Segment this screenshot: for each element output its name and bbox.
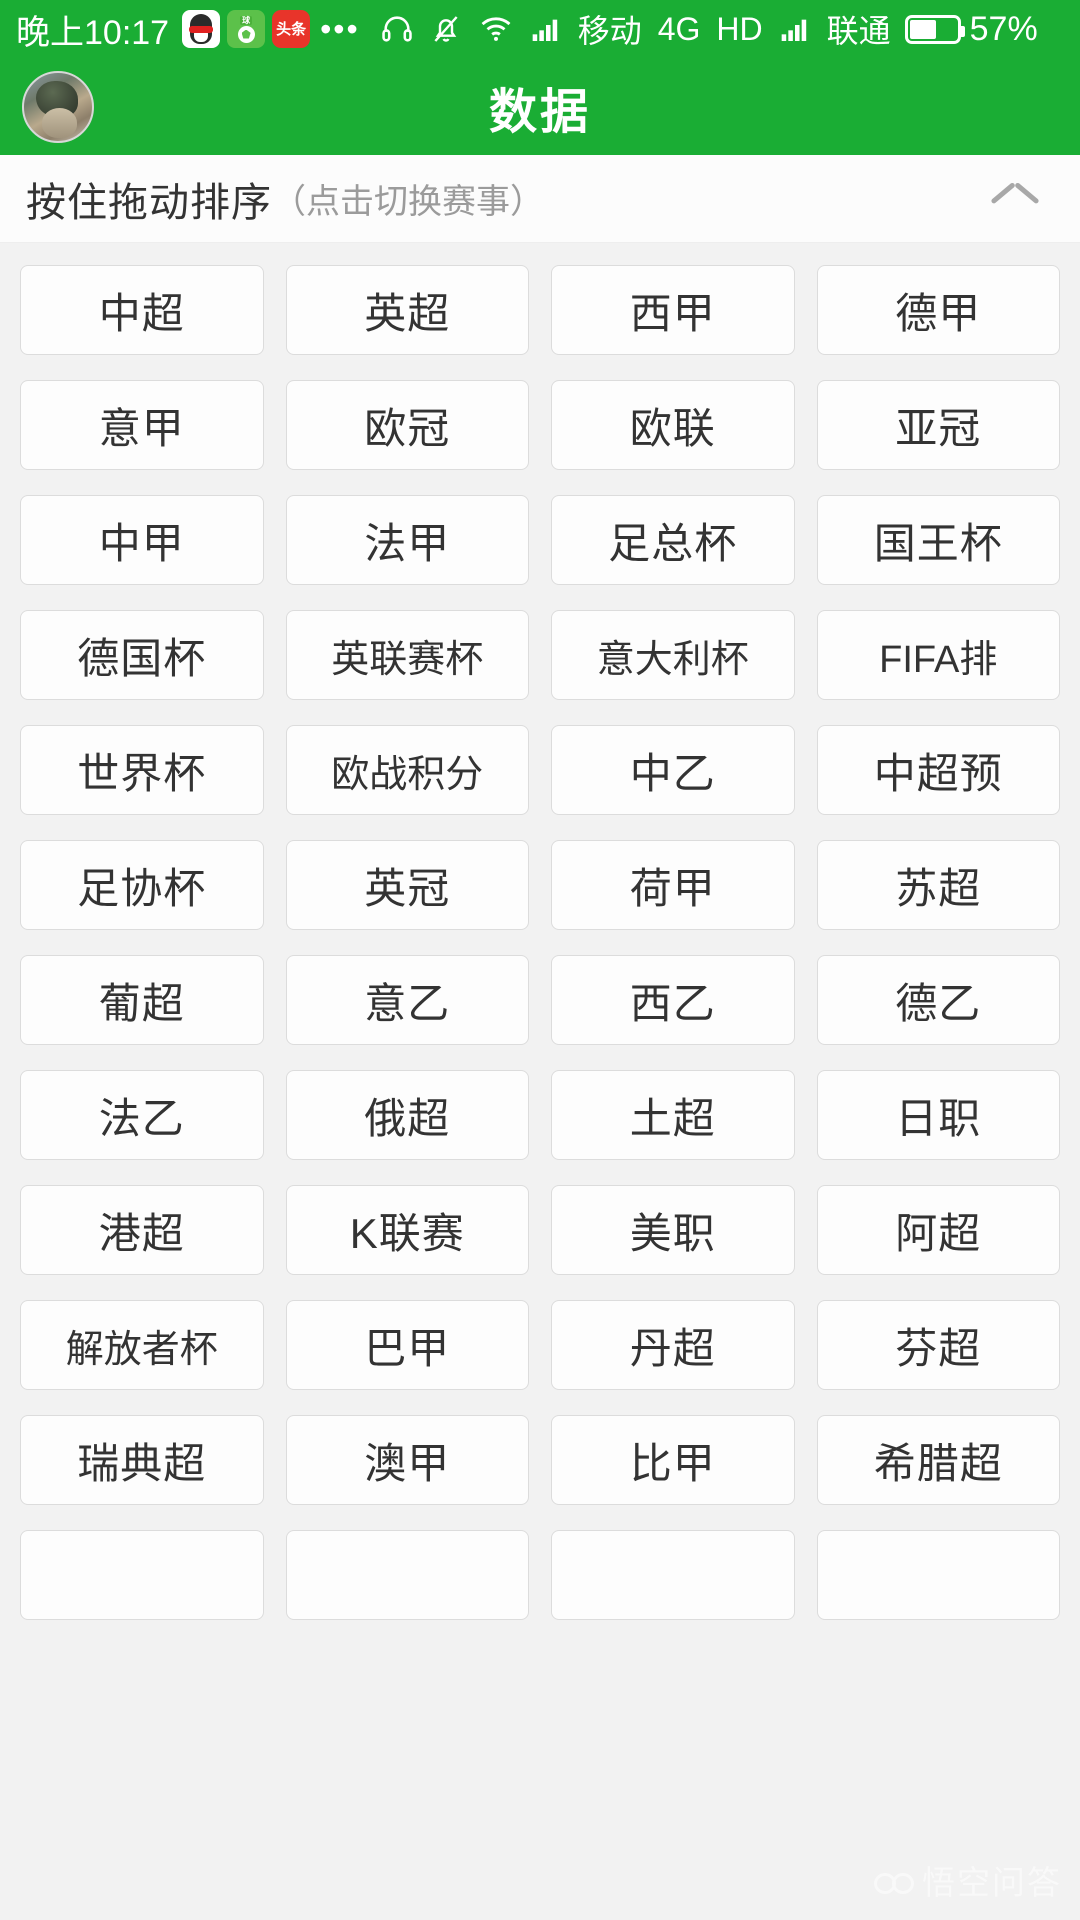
league-tile[interactable]: 阿超	[816, 1185, 1060, 1275]
hd-label: HD	[716, 10, 763, 47]
league-tile[interactable]: 中超预	[816, 725, 1060, 815]
league-tile[interactable]: 足总杯	[551, 495, 795, 585]
wifi-icon	[481, 17, 511, 41]
league-tile[interactable]: 世界杯	[20, 725, 264, 815]
app-root: 晚上10:17 球 头条 ••• 移动 4G HD 联通 57% 数据 按住拖动…	[0, 0, 1080, 1920]
league-tile[interactable]: 丹超	[551, 1300, 795, 1390]
bell-muted-icon	[434, 16, 458, 42]
toutiao-label: 头条	[276, 20, 307, 38]
title-bar: 数据	[0, 58, 1080, 155]
league-tile[interactable]: 英冠	[285, 840, 529, 930]
league-tile[interactable]	[816, 1530, 1060, 1620]
league-tile[interactable]: 英超	[285, 265, 529, 355]
league-tile[interactable]: 中乙	[551, 725, 795, 815]
sort-header[interactable]: 按住拖动排序 （点击切换赛事）	[0, 155, 1080, 243]
league-tile[interactable]: FIFA排	[816, 610, 1060, 700]
sort-header-main-label: 按住拖动排序	[26, 180, 272, 225]
league-tile[interactable]: 法乙	[20, 1070, 264, 1160]
league-tile[interactable]: 美职	[551, 1185, 795, 1275]
league-tile[interactable]: 比甲	[551, 1415, 795, 1505]
league-tile[interactable]: 法甲	[285, 495, 529, 585]
league-tile[interactable]: 芬超	[816, 1300, 1060, 1390]
signal-icon-secondary	[781, 19, 806, 41]
page-title: 数据	[488, 85, 591, 139]
league-tile[interactable]: 德乙	[816, 955, 1060, 1045]
league-tile[interactable]: 解放者杯	[20, 1300, 264, 1390]
network-type-label: 4G	[657, 10, 701, 47]
league-tile[interactable]	[20, 1530, 264, 1620]
signal-icon	[532, 19, 557, 41]
league-tile[interactable]: 俄超	[285, 1070, 529, 1160]
league-tile[interactable]: 中超	[20, 265, 264, 355]
league-tile[interactable]: 亚冠	[816, 380, 1060, 470]
headset-icon	[381, 16, 412, 42]
league-tile[interactable]: 西乙	[551, 955, 795, 1045]
status-clock: 晚上10:17	[16, 13, 170, 52]
league-tile[interactable]: K联赛	[285, 1185, 529, 1275]
league-tile[interactable]	[551, 1530, 795, 1620]
toutiao-app-icon: 头条	[272, 10, 311, 48]
league-tile[interactable]: 港超	[20, 1185, 264, 1275]
league-tile[interactable]: 希腊超	[816, 1415, 1060, 1505]
league-tile[interactable]: 意乙	[285, 955, 529, 1045]
league-tile[interactable]: 足协杯	[20, 840, 264, 930]
league-tile[interactable]	[285, 1530, 529, 1620]
league-tile[interactable]: 澳甲	[285, 1415, 529, 1505]
league-tile[interactable]: 日职	[816, 1070, 1060, 1160]
league-tile[interactable]: 国王杯	[816, 495, 1060, 585]
status-app-icons: 球 头条	[182, 10, 311, 48]
status-bar: 晚上10:17 球 头条 ••• 移动 4G HD 联通 57%	[0, 0, 1080, 58]
league-tile[interactable]: 葡超	[20, 955, 264, 1045]
league-tile[interactable]: 欧战积分	[285, 725, 529, 815]
league-tile[interactable]: 意大利杯	[551, 610, 795, 700]
overflow-dots-icon: •••	[320, 11, 360, 47]
user-avatar[interactable]	[22, 70, 94, 143]
soccer-app-icon: 球	[227, 10, 266, 48]
league-tile[interactable]: 瑞典超	[20, 1415, 264, 1505]
league-tile[interactable]: 德国杯	[20, 610, 264, 700]
league-tile[interactable]: 德甲	[816, 265, 1060, 355]
battery-percent-label: 57%	[969, 9, 1038, 48]
sort-header-sub-label: （点击切换赛事）	[272, 183, 544, 221]
league-tile[interactable]: 荷甲	[551, 840, 795, 930]
carrier-secondary-label: 联通	[826, 13, 891, 49]
league-tile[interactable]: 欧冠	[285, 380, 529, 470]
league-tile[interactable]: 意甲	[20, 380, 264, 470]
league-tile[interactable]: 苏超	[816, 840, 1060, 930]
battery-icon	[904, 14, 965, 44]
league-grid: 中超 英超 西甲 德甲意甲 欧冠 欧联 亚冠中甲 法甲 足总杯 国王杯德国杯 英联赛杯 意大利杯 FIF…	[20, 265, 1060, 1620]
status-icons	[380, 12, 562, 46]
league-tile[interactable]: 英联赛杯	[285, 610, 529, 700]
league-tile[interactable]: 西甲	[551, 265, 795, 355]
league-tile[interactable]: 中甲	[20, 495, 264, 585]
qq-app-icon	[182, 10, 221, 48]
league-tile[interactable]: 巴甲	[285, 1300, 529, 1390]
league-tile[interactable]: 土超	[551, 1070, 795, 1160]
chevron-up-icon[interactable]	[992, 176, 1038, 222]
league-grid-container: 中超 英超 西甲 德甲意甲 欧冠 欧联 亚冠中甲 法甲 足总杯 国王杯德国杯 英联赛杯 意大利杯 FIF…	[0, 243, 1080, 1919]
carrier-primary-label: 移动	[577, 13, 642, 49]
league-tile[interactable]: 欧联	[551, 380, 795, 470]
